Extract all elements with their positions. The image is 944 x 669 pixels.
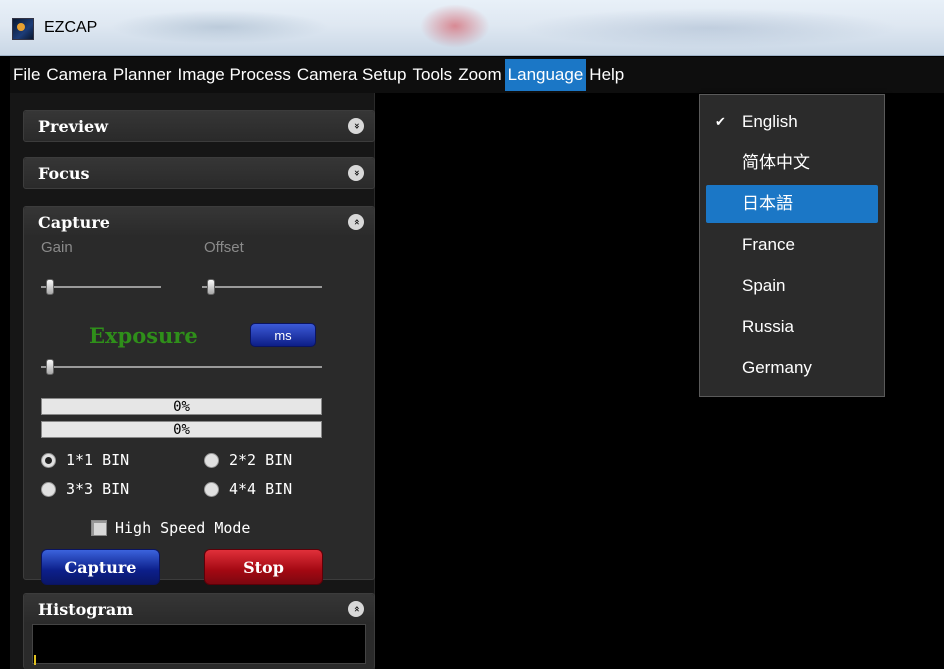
- progress-text: 0%: [173, 399, 190, 415]
- language-option-label: 日本語: [742, 194, 793, 213]
- language-option-russia[interactable]: Russia: [706, 308, 878, 346]
- window-title: EZCAP: [44, 19, 98, 36]
- menu-planner[interactable]: Planner: [110, 59, 175, 91]
- window-titlebar[interactable]: EZCAP: [0, 0, 944, 56]
- language-option-label: English: [742, 112, 798, 131]
- menu-camera-setup[interactable]: Camera Setup: [294, 59, 410, 91]
- slider-handle[interactable]: [207, 279, 215, 295]
- background-blur: [520, 8, 900, 48]
- radio-unchecked-icon[interactable]: [41, 481, 56, 497]
- bin-2x2-radio[interactable]: 2*2 BIN: [204, 451, 292, 469]
- language-option-france[interactable]: France: [706, 226, 878, 264]
- collapse-icon[interactable]: «: [348, 601, 364, 617]
- focus-header[interactable]: Focus »: [24, 158, 374, 188]
- bin-4x4-radio[interactable]: 4*4 BIN: [204, 480, 292, 498]
- histogram-canvas: [32, 624, 366, 665]
- capture-body: Gain Offset Exposure ms 0% 0% 1*1 BIN 2*…: [24, 237, 374, 585]
- capture-header[interactable]: Capture «: [24, 207, 374, 237]
- histogram-title: Histogram: [38, 599, 134, 619]
- slider-track: [41, 366, 322, 368]
- exposure-slider[interactable]: [41, 359, 322, 375]
- preview-section: Preview »: [23, 110, 375, 142]
- menu-help[interactable]: Help: [586, 59, 627, 91]
- language-option-english[interactable]: ✔ English: [706, 103, 878, 141]
- language-option-label: Russia: [742, 317, 794, 336]
- exposure-unit-button[interactable]: ms: [250, 323, 316, 347]
- bin-1x1-radio[interactable]: 1*1 BIN: [41, 451, 129, 469]
- gain-slider[interactable]: [41, 279, 161, 295]
- bin-3x3-radio[interactable]: 3*3 BIN: [41, 480, 129, 498]
- progress-bar-2: 0%: [41, 421, 322, 438]
- capture-section: Capture « Gain Offset Exposure ms 0% 0% …: [23, 206, 375, 585]
- focus-title: Focus: [38, 163, 90, 183]
- language-option-label: Spain: [742, 276, 786, 295]
- checkbox-icon[interactable]: [91, 520, 107, 536]
- radio-label: 2*2 BIN: [229, 451, 293, 469]
- histogram-marker: [34, 655, 36, 665]
- preview-title: Preview: [38, 116, 108, 136]
- collapse-icon[interactable]: «: [348, 214, 364, 230]
- checkbox-label: High Speed Mode: [115, 519, 251, 537]
- radio-label: 3*3 BIN: [66, 480, 130, 498]
- focus-section: Focus »: [23, 157, 375, 189]
- slider-handle[interactable]: [46, 279, 54, 295]
- language-option-germany[interactable]: Germany: [706, 349, 878, 387]
- language-dropdown-menu: ✔ English 简体中文 日本語 France Spain Russia G…: [699, 94, 885, 397]
- offset-label: Offset: [204, 239, 244, 256]
- menu-zoom[interactable]: Zoom: [455, 59, 504, 91]
- radio-unchecked-icon[interactable]: [204, 481, 219, 497]
- preview-header[interactable]: Preview »: [24, 111, 374, 141]
- slider-track: [202, 286, 322, 288]
- control-panel: Preview » Focus » Capture « Gain Offset: [10, 93, 375, 669]
- menu-language[interactable]: Language: [504, 59, 587, 91]
- menu-file[interactable]: File: [10, 59, 43, 91]
- language-option-japanese[interactable]: 日本語: [706, 185, 878, 223]
- stop-button[interactable]: Stop: [204, 549, 323, 585]
- menu-camera[interactable]: Camera: [43, 59, 109, 91]
- radio-unchecked-icon[interactable]: [204, 452, 219, 468]
- expand-icon[interactable]: »: [348, 165, 364, 181]
- menu-tools[interactable]: Tools: [410, 59, 456, 91]
- offset-slider[interactable]: [202, 279, 322, 295]
- slider-handle[interactable]: [46, 359, 54, 375]
- menu-bar: File Camera Planner Image Process Camera…: [10, 57, 944, 93]
- expand-icon[interactable]: »: [348, 118, 364, 134]
- slider-track: [41, 286, 161, 288]
- language-option-label: Germany: [742, 358, 812, 377]
- checkmark-icon: ✔: [715, 114, 726, 129]
- radio-label: 1*1 BIN: [66, 451, 130, 469]
- radio-label: 4*4 BIN: [229, 480, 293, 498]
- language-option-label: 简体中文: [742, 153, 810, 172]
- progress-text: 0%: [173, 422, 190, 438]
- menu-image-process[interactable]: Image Process: [174, 59, 293, 91]
- radio-checked-icon[interactable]: [41, 452, 56, 468]
- high-speed-checkbox[interactable]: High Speed Mode: [91, 519, 250, 537]
- app-logo-icon: [12, 18, 34, 40]
- exposure-label: Exposure: [89, 323, 198, 348]
- background-blur: [420, 4, 490, 48]
- histogram-header[interactable]: Histogram «: [24, 594, 374, 624]
- gain-label: Gain: [41, 239, 73, 256]
- language-option-chinese[interactable]: 简体中文: [706, 144, 878, 182]
- language-option-label: France: [742, 235, 795, 254]
- capture-title: Capture: [38, 212, 110, 232]
- progress-bar-1: 0%: [41, 398, 322, 415]
- capture-button[interactable]: Capture: [41, 549, 160, 585]
- histogram-section: Histogram «: [23, 593, 375, 669]
- language-option-spain[interactable]: Spain: [706, 267, 878, 305]
- background-blur: [110, 10, 330, 44]
